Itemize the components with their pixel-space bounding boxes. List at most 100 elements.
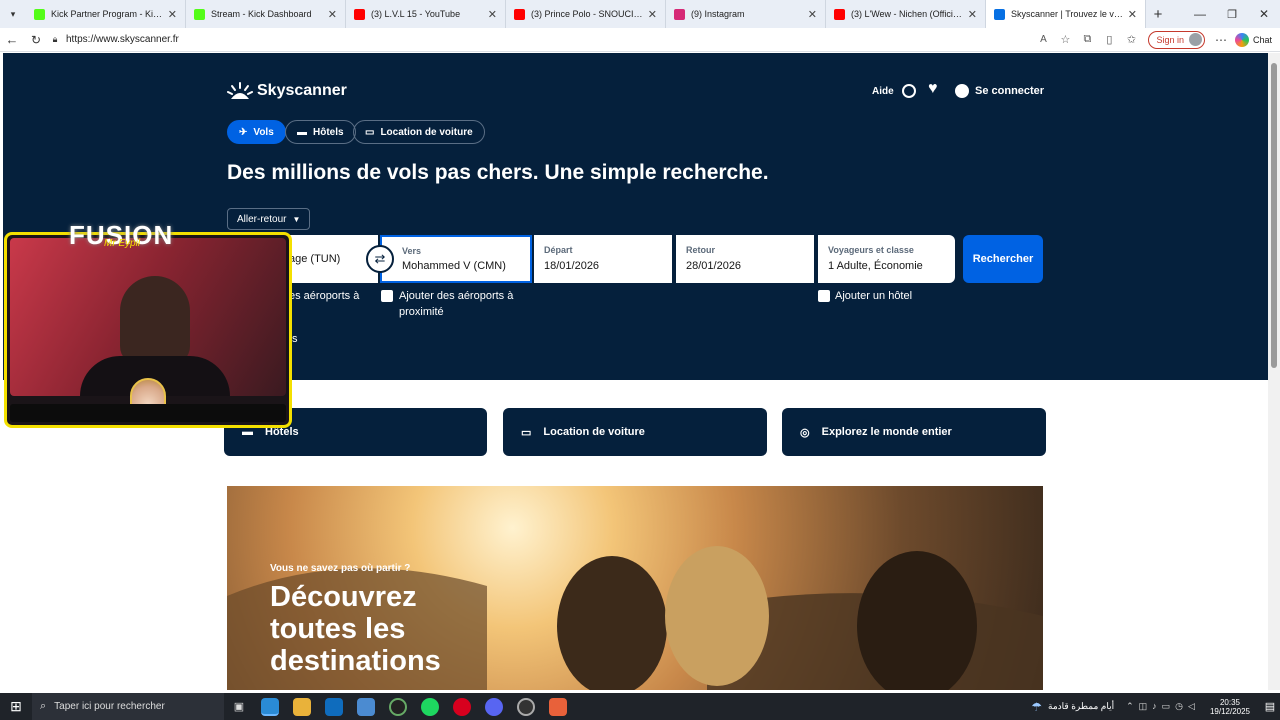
tab-favicon-icon: [354, 8, 365, 20]
skyscanner-logo[interactable]: Skyscanner: [227, 81, 347, 101]
tab-favicon-icon: [514, 8, 525, 20]
tab-favicon-icon: [34, 8, 45, 20]
browser-tab[interactable]: Stream - Kick Dashboard ✕: [186, 0, 346, 28]
globe-icon[interactable]: [902, 84, 916, 98]
tab-hotels[interactable]: ▬ Hôtels: [285, 120, 356, 144]
tab-strip: Kick Partner Program - Kick Dashb✕Stream…: [26, 0, 1146, 28]
split-screen-icon[interactable]: ▯: [1098, 33, 1120, 46]
travelers-label: Voyageurs et classe: [828, 245, 914, 255]
notification-icon[interactable]: ▤: [1260, 700, 1280, 713]
to-label: Vers: [402, 246, 422, 256]
app-taskbar-icon[interactable]: [549, 697, 567, 716]
search-button[interactable]: Rechercher: [963, 235, 1043, 283]
tab-actions-menu[interactable]: ▾: [0, 0, 26, 28]
search-icon: ⌕: [40, 700, 47, 712]
browser-tab-bar: ▾ Kick Partner Program - Kick Dashb✕Stre…: [0, 0, 1280, 28]
restore-button[interactable]: ❐: [1216, 8, 1248, 21]
tray-icons[interactable]: ⌃◫♪▭◷◁: [1126, 701, 1200, 712]
return-field[interactable]: Retour 28/01/2026: [676, 235, 814, 283]
tab-favicon-icon: [834, 8, 845, 20]
chevron-down-icon: ▼: [292, 214, 301, 224]
browser-tab[interactable]: (3) L'Wew - Nichen (Official Lyric V ✕: [826, 0, 986, 28]
close-window-button[interactable]: ✕: [1248, 7, 1280, 21]
trip-type-select[interactable]: Aller-retour ▼: [227, 208, 311, 230]
depart-field[interactable]: Départ 18/01/2026: [534, 235, 672, 283]
browser-tab[interactable]: (3) L.V.L 15 - YouTube ✕: [346, 0, 506, 28]
copilot-chat-button[interactable]: Chat: [1234, 32, 1272, 47]
help-link[interactable]: Aide: [872, 86, 894, 97]
avatar: [1188, 33, 1202, 46]
reload-button[interactable]: ↻: [24, 33, 48, 47]
url-field[interactable]: https://www.skyscanner.fr: [66, 34, 179, 45]
read-aloud-icon[interactable]: A: [1032, 34, 1054, 45]
xbox-taskbar-icon[interactable]: [389, 697, 407, 716]
streamer-silhouette: [120, 276, 190, 366]
sign-in-button[interactable]: Sign in: [1148, 30, 1205, 49]
minimize-button[interactable]: —: [1184, 7, 1216, 21]
tab-flights-label: Vols: [253, 126, 274, 138]
tab-title: (3) L.V.L 15 - YouTube: [371, 9, 461, 19]
depart-label: Départ: [544, 245, 573, 255]
car-rental-card[interactable]: ▭ Location de voiture: [503, 408, 767, 456]
destinations-promo-banner[interactable]: Vous ne savez pas où partir ? Découvrez …: [227, 486, 1043, 690]
tab-title: Stream - Kick Dashboard: [211, 9, 312, 19]
tab-close-icon[interactable]: ✕: [488, 8, 497, 21]
tab-close-icon[interactable]: ✕: [328, 8, 337, 21]
scrollbar-thumb[interactable]: [1271, 63, 1277, 368]
address-bar-row: ← ↻ 🔒︎ https://www.skyscanner.fr A ☆ ⧉ ▯…: [0, 28, 1280, 52]
spotify-taskbar-icon[interactable]: [421, 697, 439, 716]
return-value: 28/01/2026: [686, 260, 742, 272]
store-taskbar-icon[interactable]: [357, 697, 375, 716]
nearby-to-checkbox[interactable]: [381, 290, 393, 302]
car-icon: ▭: [365, 126, 375, 138]
webcam-overlay: FUSION Mr Eypil: [4, 220, 292, 428]
more-menu-icon[interactable]: ⋯: [1211, 33, 1231, 47]
login-button[interactable]: Se connecter: [955, 84, 1044, 98]
bed-icon: ▬: [297, 126, 307, 138]
new-tab-button[interactable]: +: [1146, 6, 1170, 23]
back-button[interactable]: ←: [0, 32, 24, 47]
extensions-icon[interactable]: ⧉: [1076, 33, 1098, 46]
to-value: Mohammed V (CMN): [402, 260, 506, 272]
clock[interactable]: 20:35 19/12/2025: [1210, 698, 1250, 716]
task-view-icon[interactable]: ▣: [224, 700, 254, 713]
browser-tab[interactable]: (9) Instagram ✕: [666, 0, 826, 28]
edge-taskbar-icon[interactable]: [261, 697, 279, 716]
windows-taskbar: ⊞ ⌕ Taper ici pour rechercher ▣ ☂ أيام م…: [0, 693, 1280, 720]
tab-car-rental-label: Location de voiture: [380, 126, 473, 138]
opera-taskbar-icon[interactable]: [453, 697, 471, 716]
file-explorer-taskbar-icon[interactable]: [293, 697, 311, 716]
tab-close-icon[interactable]: ✕: [808, 8, 817, 21]
discord-taskbar-icon[interactable]: [485, 697, 503, 716]
outlook-taskbar-icon[interactable]: [325, 697, 343, 716]
heart-icon[interactable]: ♥: [928, 80, 938, 98]
to-field[interactable]: Vers Mohammed V (CMN): [380, 235, 532, 283]
tab-close-icon[interactable]: ✕: [1128, 8, 1137, 21]
tab-favicon-icon: [674, 8, 685, 20]
browser-tab[interactable]: (3) Prince Polo - SNOUCI (Official ✕: [506, 0, 666, 28]
taskbar-search[interactable]: ⌕ Taper ici pour rechercher: [32, 693, 224, 720]
user-icon: [955, 84, 969, 98]
browser-tab[interactable]: Kick Partner Program - Kick Dashb ✕: [26, 0, 186, 28]
swap-button[interactable]: ⇄: [366, 245, 394, 273]
tab-car-rental[interactable]: ▭ Location de voiture: [353, 120, 485, 144]
depart-value: 18/01/2026: [544, 260, 600, 272]
webcam-video: [10, 238, 286, 396]
browser-tab[interactable]: Skyscanner | Trouvez le vol pas ch ✕: [986, 0, 1146, 28]
tab-close-icon[interactable]: ✕: [168, 8, 177, 21]
tab-title: (9) Instagram: [691, 9, 745, 19]
travelers-field[interactable]: Voyageurs et classe 1 Adulte, Économie: [818, 235, 955, 283]
start-button[interactable]: ⊞: [0, 698, 32, 715]
tab-close-icon[interactable]: ✕: [648, 8, 657, 21]
obs-taskbar-icon[interactable]: [517, 697, 535, 716]
weather-text[interactable]: أيام ممطرة قادمة: [1048, 701, 1114, 712]
tab-flights[interactable]: ✈ Vols: [227, 120, 286, 144]
explore-card[interactable]: ◎ Explorez le monde entier: [782, 408, 1046, 456]
promo-title-line: destinations: [270, 645, 441, 677]
page-scrollbar[interactable]: [1268, 53, 1280, 690]
tab-close-icon[interactable]: ✕: [968, 8, 977, 21]
favorite-star-icon[interactable]: ☆: [1054, 33, 1076, 46]
hotel-checkbox[interactable]: [818, 290, 830, 302]
plane-icon: ✈: [239, 126, 248, 138]
favorites-icon[interactable]: ✩: [1120, 33, 1142, 46]
